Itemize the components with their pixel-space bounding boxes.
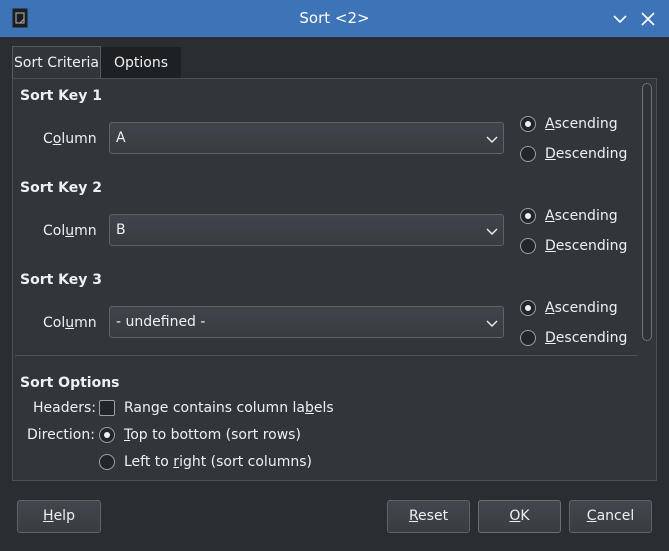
sort-key-3-ascending-label[interactable]: Ascending xyxy=(545,300,618,316)
tab-sort-criteria[interactable]: Sort Criteria xyxy=(12,46,101,79)
direction-rows-label[interactable]: Top to bottom (sort rows) xyxy=(124,427,301,443)
chevron-down-icon[interactable] xyxy=(610,9,630,29)
vertical-scrollbar[interactable] xyxy=(642,83,652,341)
tab-options[interactable]: Options xyxy=(101,47,181,79)
sort-key-3-column-value: - undefined - xyxy=(116,314,206,330)
dropdown-arrow-icon xyxy=(485,224,499,238)
sort-key-2-descending-label[interactable]: Descending xyxy=(545,238,627,254)
sort-key-2-column-select[interactable]: B xyxy=(109,214,504,246)
sort-key-1-column-label: Column xyxy=(43,131,97,147)
sort-key-2-heading: Sort Key 2 xyxy=(20,180,103,196)
sort-key-3-descending-label[interactable]: Descending xyxy=(545,330,627,346)
sort-key-2-ascending-label[interactable]: Ascending xyxy=(545,208,618,224)
ok-button[interactable]: OK xyxy=(478,500,561,533)
sort-key-1-descending-label[interactable]: Descending xyxy=(545,146,627,162)
sort-key-2-ascending-radio[interactable] xyxy=(520,208,536,224)
sort-key-1-descending-radio[interactable] xyxy=(520,146,536,162)
title-bar: Sort <2> xyxy=(0,0,669,37)
sort-key-3-column-select[interactable]: - undefined - xyxy=(109,306,504,338)
window-title: Sort <2> xyxy=(299,9,370,27)
sort-key-3-heading: Sort Key 3 xyxy=(20,272,103,288)
range-contains-labels-checkbox[interactable] xyxy=(99,400,115,416)
sort-key-1-ascending-label[interactable]: Ascending xyxy=(545,116,618,132)
reset-button[interactable]: Reset xyxy=(387,500,470,533)
sort-key-1-column-value: A xyxy=(116,130,126,146)
cancel-button[interactable]: Cancel xyxy=(569,500,652,533)
dropdown-arrow-icon xyxy=(485,132,499,146)
sort-key-2-column-label: Column xyxy=(43,223,97,239)
sort-key-3-descending-radio[interactable] xyxy=(520,330,536,346)
sort-key-2-descending-radio[interactable] xyxy=(520,238,536,254)
sort-key-1-heading: Sort Key 1 xyxy=(20,88,103,104)
direction-rows-radio[interactable] xyxy=(99,427,115,443)
direction-label: Direction: xyxy=(27,427,95,443)
sort-criteria-panel: Sort Key 1 Column A Ascending Descending… xyxy=(12,78,657,481)
sort-options-heading: Sort Options xyxy=(20,375,120,391)
dropdown-arrow-icon xyxy=(485,316,499,330)
sort-key-3-column-label: Column xyxy=(43,315,97,331)
sort-key-2-column-value: B xyxy=(116,222,126,238)
close-icon[interactable] xyxy=(638,9,658,29)
help-button[interactable]: Help xyxy=(17,500,101,533)
direction-columns-radio[interactable] xyxy=(99,454,115,470)
headers-label: Headers: xyxy=(33,400,96,416)
range-contains-labels-label[interactable]: Range contains column labels xyxy=(124,400,334,416)
sort-key-1-ascending-radio[interactable] xyxy=(520,116,536,132)
direction-columns-label[interactable]: Left to right (sort columns) xyxy=(124,454,312,470)
sort-key-1-column-select[interactable]: A xyxy=(109,122,504,154)
sort-key-3-ascending-radio[interactable] xyxy=(520,300,536,316)
divider xyxy=(15,355,638,356)
